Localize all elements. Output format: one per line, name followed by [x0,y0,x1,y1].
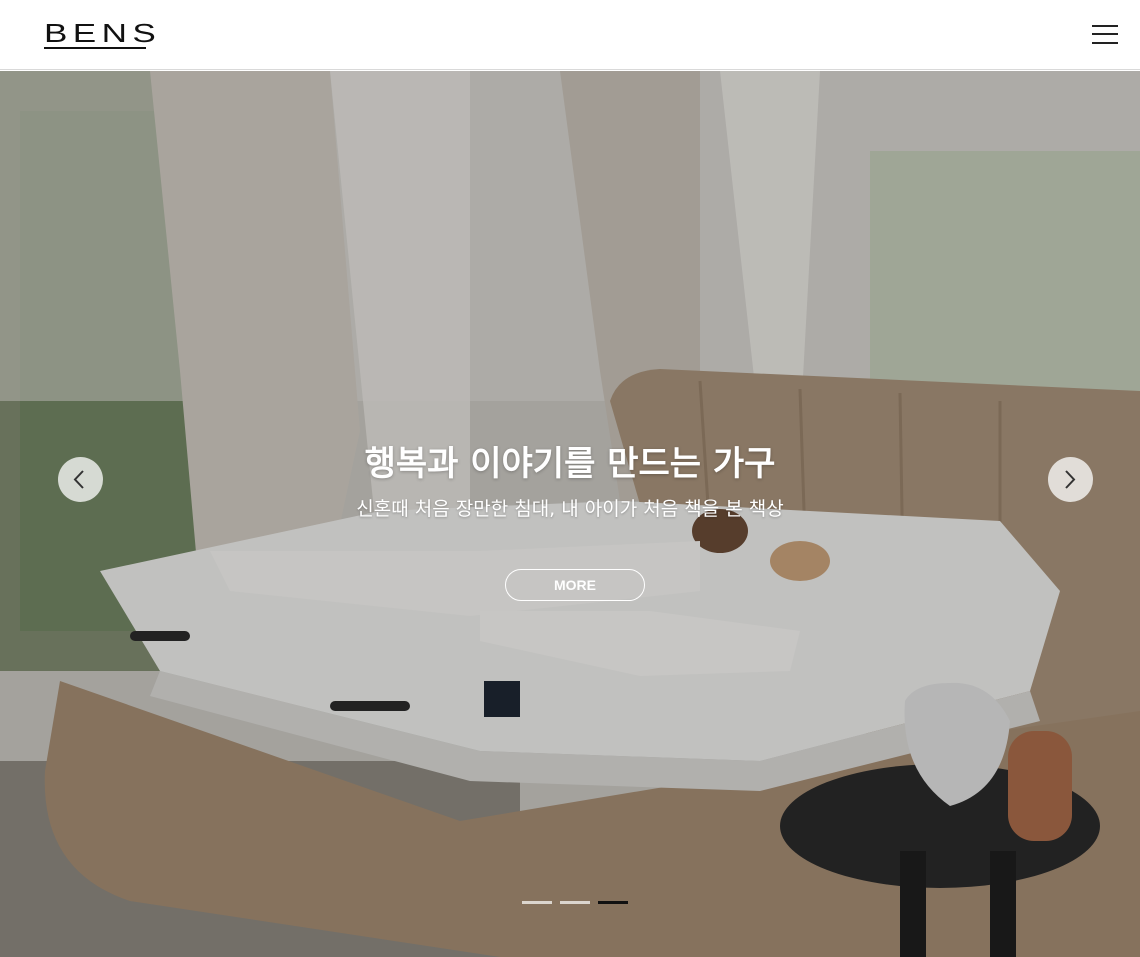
pagination-dot-2[interactable] [560,901,590,904]
slider-next-button[interactable] [1048,457,1093,502]
hero-title: 행복과 이야기를 만드는 가구 [364,444,776,484]
slider-pagination [522,901,632,905]
logo-text: BENS [44,18,162,48]
site-header: BENS [0,0,1140,70]
more-button[interactable]: MORE [505,569,645,601]
chevron-left-icon [73,470,84,489]
hero-subtitle: 신혼때 처음 장만한 침대, 내 아이가 처음 책을 본 책상 [356,498,784,520]
chevron-right-icon [1065,470,1076,489]
slider-prev-button[interactable] [58,457,103,502]
logo-underline [44,47,146,49]
bens-logo[interactable]: BENS [44,20,156,51]
hamburger-menu-icon[interactable] [1092,25,1118,45]
hero-slider: 행복과 이야기를 만드는 가구 신혼때 처음 장만한 침대, 내 아이가 처음 … [0,71,1140,957]
pagination-dot-1[interactable] [522,901,552,904]
pagination-dot-3[interactable] [598,901,628,904]
